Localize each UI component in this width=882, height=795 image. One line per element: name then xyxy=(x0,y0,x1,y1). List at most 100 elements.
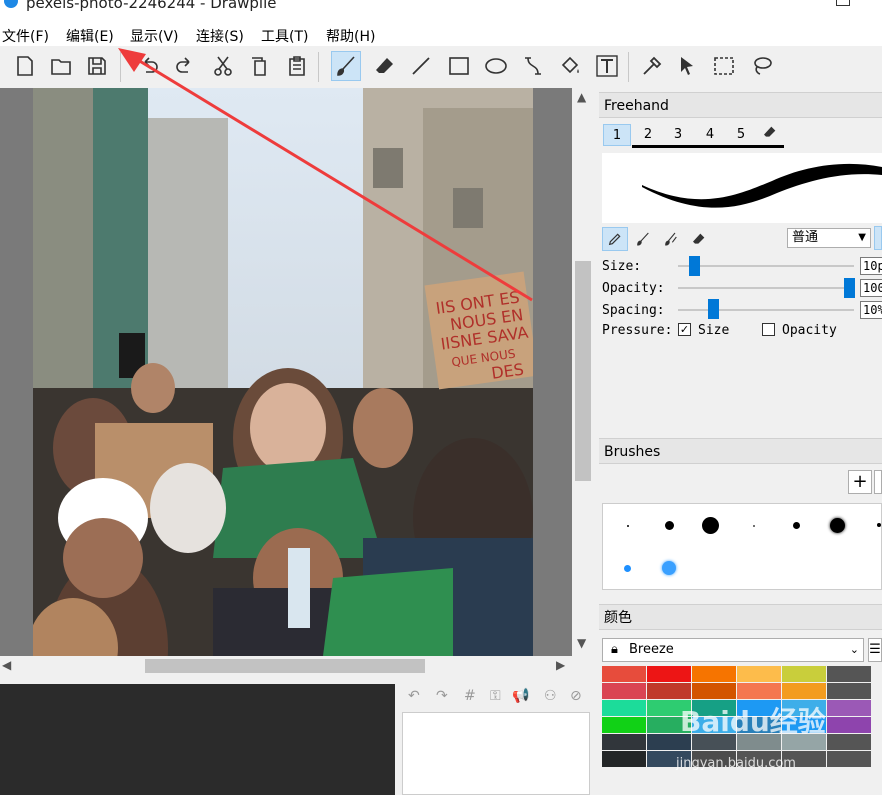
menu-edit[interactable]: 编辑(E) xyxy=(66,26,114,46)
color-swatch[interactable] xyxy=(602,666,646,682)
scroll-up-icon[interactable]: ▲ xyxy=(577,90,586,104)
new-document-icon[interactable] xyxy=(10,51,40,81)
eraser-mode-icon[interactable] xyxy=(686,227,712,251)
color-swatch[interactable] xyxy=(737,683,781,699)
menu-session[interactable]: 连接(S) xyxy=(196,26,244,46)
user-lock-icon[interactable]: ⚇ xyxy=(544,688,557,704)
layer-list[interactable] xyxy=(402,712,590,795)
brush-preset[interactable] xyxy=(627,525,629,527)
maximize-button[interactable] xyxy=(836,0,850,6)
move-pointer-icon[interactable] xyxy=(672,51,702,81)
rectangle-icon[interactable] xyxy=(444,51,474,81)
paste-icon[interactable] xyxy=(282,51,312,81)
spacing-spinbox[interactable]: 10% xyxy=(860,301,882,319)
brush-preset[interactable] xyxy=(665,521,674,530)
brush-preset[interactable] xyxy=(753,525,755,527)
megaphone-icon[interactable]: 📢 xyxy=(512,688,529,704)
color-swatch[interactable] xyxy=(827,717,871,733)
incremental-toggle[interactable] xyxy=(874,226,882,250)
color-swatch[interactable] xyxy=(692,666,736,682)
color-swatch[interactable] xyxy=(827,700,871,716)
lasso-select-icon[interactable] xyxy=(747,51,777,81)
color-swatch[interactable] xyxy=(692,683,736,699)
scroll-right-icon[interactable]: ▶ xyxy=(556,658,565,672)
brush-preset[interactable] xyxy=(830,518,845,533)
size-spinbox[interactable]: 10p xyxy=(860,257,882,275)
brush-preset[interactable] xyxy=(702,517,719,534)
color-swatch[interactable] xyxy=(737,666,781,682)
lock-icon[interactable]: ⚿ xyxy=(490,688,501,704)
color-swatch[interactable] xyxy=(782,666,826,682)
color-swatch[interactable] xyxy=(827,751,871,767)
ellipse-icon[interactable] xyxy=(481,51,511,81)
canvas-photo[interactable]: IIS ONT ES NOUS EN IISNE SAVA QUE NOUS D… xyxy=(33,88,533,656)
open-folder-icon[interactable] xyxy=(46,51,76,81)
preset-tab-2[interactable]: 2 xyxy=(634,124,662,146)
preset-tab-3[interactable]: 3 xyxy=(664,124,692,146)
preset-tab-1[interactable]: 1 xyxy=(603,124,631,146)
brush-preset[interactable] xyxy=(877,523,881,527)
menu-view[interactable]: 显示(V) xyxy=(130,26,179,46)
color-swatch[interactable] xyxy=(647,683,691,699)
menu-help[interactable]: 帮助(H) xyxy=(326,26,375,46)
pencil-mode-icon[interactable] xyxy=(602,227,628,251)
brush-preset[interactable] xyxy=(793,522,800,529)
save-icon[interactable] xyxy=(82,51,112,81)
pressure-opacity-checkbox[interactable] xyxy=(762,323,775,336)
preset-tab-4[interactable]: 4 xyxy=(696,124,724,146)
grid-icon[interactable]: # xyxy=(464,688,476,704)
opacity-spinbox[interactable]: 100 xyxy=(860,279,882,297)
cut-icon[interactable] xyxy=(208,51,238,81)
layer-redo-icon[interactable]: ↷ xyxy=(436,688,448,704)
vertical-scroll-thumb[interactable] xyxy=(575,261,591,481)
pressure-size-checkbox[interactable]: ✓ xyxy=(678,323,691,336)
redo-icon[interactable] xyxy=(170,51,200,81)
smudge-mode-icon[interactable] xyxy=(658,227,684,251)
size-slider-track[interactable] xyxy=(678,265,854,267)
brush-mode-icon[interactable] xyxy=(630,227,656,251)
color-picker-icon[interactable] xyxy=(637,51,667,81)
brush-preset[interactable] xyxy=(624,565,631,572)
color-swatch[interactable] xyxy=(827,683,871,699)
line-icon[interactable] xyxy=(406,51,436,81)
freehand-brush-icon[interactable] xyxy=(331,51,361,81)
layer-undo-icon[interactable]: ↶ xyxy=(408,688,420,704)
spacing-slider-handle[interactable] xyxy=(708,299,719,319)
color-swatch[interactable] xyxy=(827,666,871,682)
preset-eraser-icon[interactable] xyxy=(756,124,784,146)
chat-panel[interactable] xyxy=(0,684,395,795)
fill-bucket-icon[interactable] xyxy=(555,51,585,81)
color-swatch[interactable] xyxy=(602,751,646,767)
undo-icon[interactable] xyxy=(134,51,164,81)
horizontal-scroll-thumb[interactable] xyxy=(145,659,425,673)
color-swatch[interactable] xyxy=(602,683,646,699)
brush-list[interactable] xyxy=(602,503,882,590)
palette-select[interactable]: 🔒︎ Breeze ⌄ xyxy=(602,638,864,662)
scroll-down-icon[interactable]: ▼ xyxy=(577,636,586,650)
eraser-icon[interactable] xyxy=(370,51,400,81)
bezier-icon[interactable] xyxy=(518,51,548,81)
color-swatch[interactable] xyxy=(602,734,646,750)
brush-menu-button[interactable] xyxy=(874,470,882,494)
spacing-slider-track[interactable] xyxy=(678,309,854,311)
add-brush-button[interactable]: + xyxy=(848,470,872,494)
color-swatch[interactable] xyxy=(782,683,826,699)
brush-preset[interactable] xyxy=(662,561,676,575)
palette-menu-icon[interactable]: ☰ xyxy=(868,638,882,662)
color-swatch[interactable] xyxy=(827,734,871,750)
menu-file[interactable]: 文件(F) xyxy=(2,26,49,46)
color-swatch[interactable] xyxy=(647,666,691,682)
scroll-left-icon[interactable]: ◀ xyxy=(2,658,11,672)
menu-tools[interactable]: 工具(T) xyxy=(261,26,308,46)
opacity-slider-track[interactable] xyxy=(678,287,854,289)
color-swatch[interactable] xyxy=(602,717,646,733)
block-icon[interactable]: ⊘ xyxy=(570,688,582,704)
opacity-slider-handle[interactable] xyxy=(844,278,855,298)
rect-select-icon[interactable] xyxy=(709,51,739,81)
text-icon[interactable] xyxy=(592,51,622,81)
color-swatch[interactable] xyxy=(602,700,646,716)
size-slider-handle[interactable] xyxy=(689,256,700,276)
copy-icon[interactable] xyxy=(244,51,274,81)
preset-tab-5[interactable]: 5 xyxy=(727,124,755,146)
blend-mode-select[interactable]: 普通 ▼ xyxy=(787,228,871,248)
